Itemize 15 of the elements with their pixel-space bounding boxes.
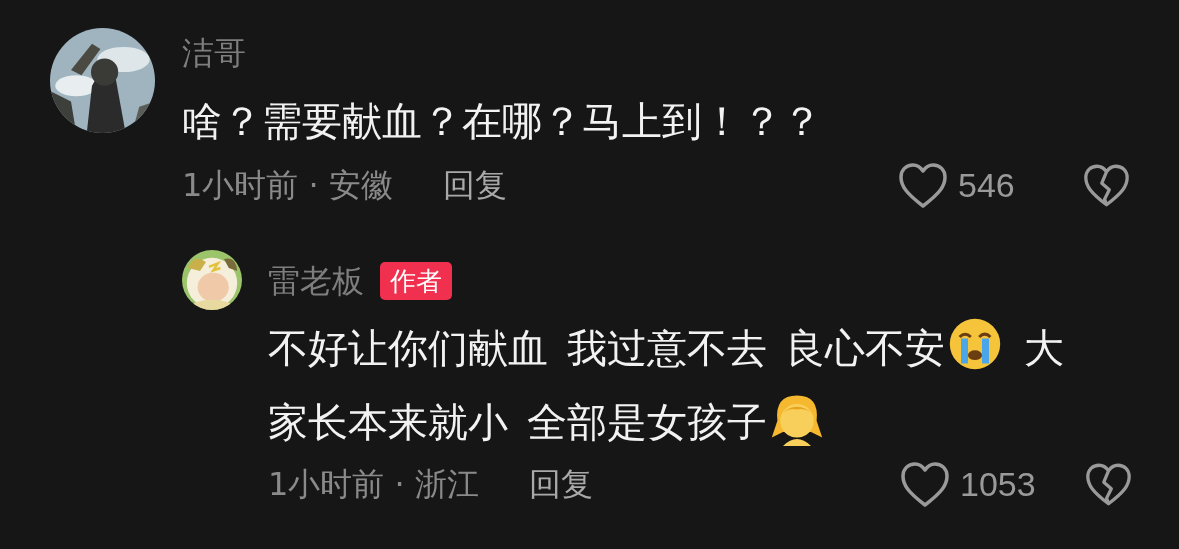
comment-text: 家长本来就小 全部是女孩子 (268, 399, 767, 445)
dislike-button[interactable] (1083, 162, 1130, 208)
reply-button[interactable]: 回复 (528, 468, 593, 500)
comment-text: 不好让你们献血 我过意不去 良心不安 (268, 325, 946, 371)
comment-text: 大 (1023, 325, 1065, 371)
like-button[interactable]: 1053 (900, 460, 1085, 508)
username[interactable]: 雷老板 (268, 265, 364, 297)
comment-time: 1小时前 · 安徽 (182, 169, 393, 201)
reply-button[interactable]: 回复 (442, 169, 507, 201)
author-badge: 作者 (380, 262, 452, 300)
username[interactable]: 洁哥 (182, 37, 246, 69)
like-button[interactable]: 546 (898, 161, 1083, 209)
dislike-button[interactable] (1085, 461, 1132, 507)
comment-text: 啥？需要献血？在哪？马上到！？？ (182, 98, 822, 144)
comment-time: 1小时前 · 浙江 (268, 468, 479, 500)
